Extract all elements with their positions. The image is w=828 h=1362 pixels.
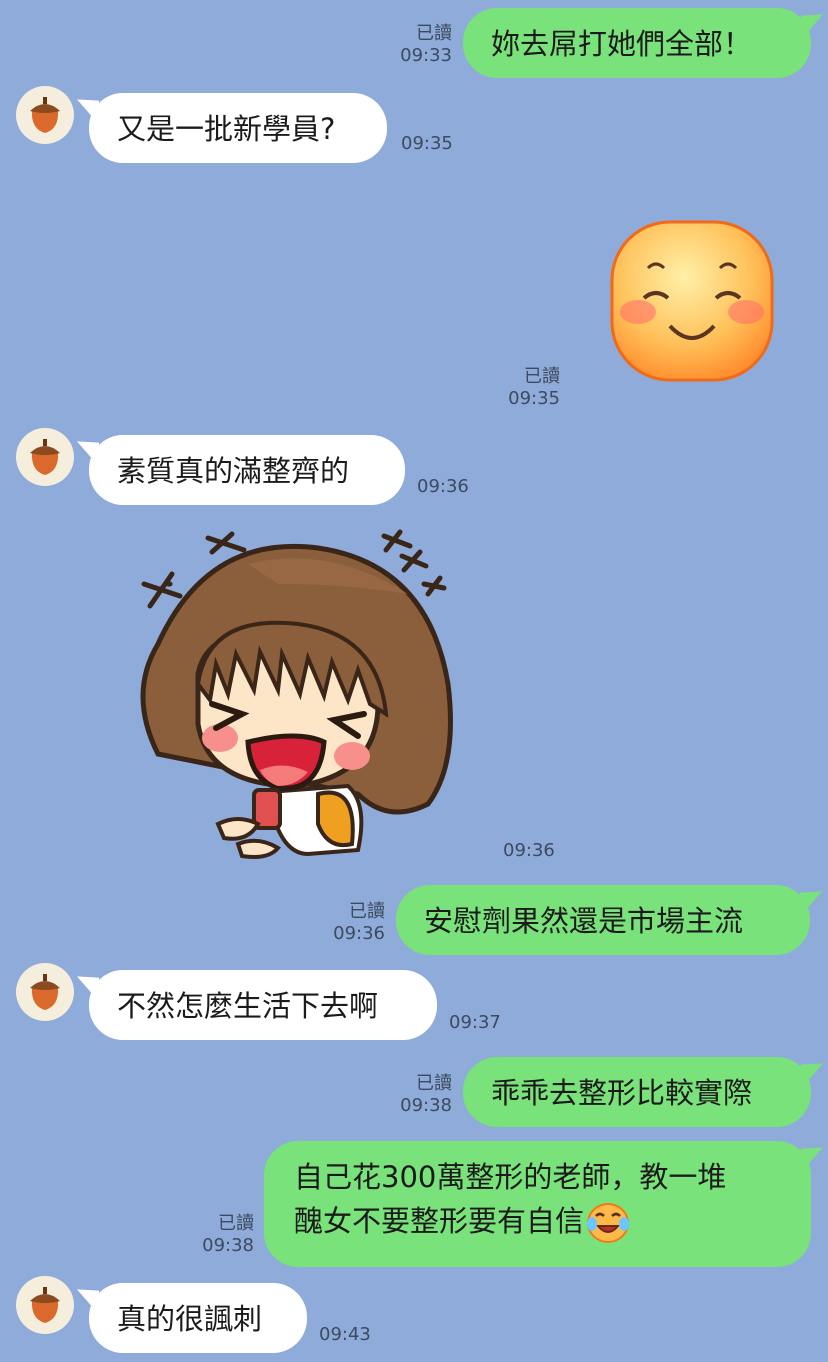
message-text-line: 自己花300萬整形的老師，教一堆 — [294, 1160, 727, 1194]
message-bubble-incoming[interactable]: 不然怎麼生活下去啊 — [89, 970, 437, 1040]
message-time: 09:36 — [503, 840, 555, 861]
message-text-line: 醜女不要整形要有自信 — [294, 1204, 585, 1238]
read-receipt: 已讀 09:36 — [333, 901, 385, 944]
contact-avatar[interactable] — [16, 1276, 74, 1334]
contact-avatar[interactable] — [16, 963, 74, 1021]
message-bubble-outgoing[interactable]: 乖乖去整形比較實際 — [463, 1057, 811, 1127]
message-bubble-outgoing[interactable]: 自己花300萬整形的老師，教一堆 醜女不要整形要有自信 — [264, 1141, 811, 1267]
message-text: 安慰劑果然還是市場主流 — [424, 904, 744, 938]
read-receipt: 已讀 09:38 — [202, 1213, 254, 1256]
contact-avatar[interactable] — [16, 428, 74, 486]
message-bubble-incoming[interactable]: 素質真的滿整齊的 — [89, 435, 405, 505]
read-receipt: 已讀 09:38 — [400, 1073, 452, 1116]
acorn-icon — [30, 97, 60, 133]
message-bubble-outgoing[interactable]: 妳去屌打她們全部！ — [463, 8, 811, 78]
message-text: 乖乖去整形比較實際 — [491, 1076, 753, 1110]
message-time: 09:43 — [319, 1324, 371, 1345]
acorn-icon — [30, 439, 60, 475]
message-bubble-outgoing[interactable]: 安慰劑果然還是市場主流 — [396, 885, 810, 955]
smiling-face-sticker[interactable] — [608, 218, 776, 384]
message-bubble-incoming[interactable]: 真的很諷刺 — [89, 1283, 307, 1353]
message-time: 09:36 — [417, 476, 469, 497]
tears-of-joy-emoji — [587, 1203, 630, 1243]
message-time: 09:35 — [401, 133, 453, 154]
acorn-icon — [30, 974, 60, 1010]
message-time: 09:37 — [449, 1012, 501, 1033]
laughing-girl-sticker[interactable] — [128, 524, 468, 864]
message-text: 素質真的滿整齊的 — [117, 454, 350, 488]
message-text: 妳去屌打她們全部！ — [491, 27, 753, 61]
message-text: 真的很諷刺 — [117, 1302, 263, 1336]
acorn-icon — [30, 1287, 60, 1323]
message-bubble-incoming[interactable]: 又是一批新學員? — [89, 93, 387, 163]
contact-avatar[interactable] — [16, 86, 74, 144]
read-receipt: 已讀 09:33 — [400, 23, 452, 66]
read-receipt: 已讀 09:35 — [508, 366, 560, 409]
message-text: 不然怎麼生活下去啊 — [117, 989, 379, 1023]
message-text: 又是一批新學員? — [117, 112, 336, 146]
